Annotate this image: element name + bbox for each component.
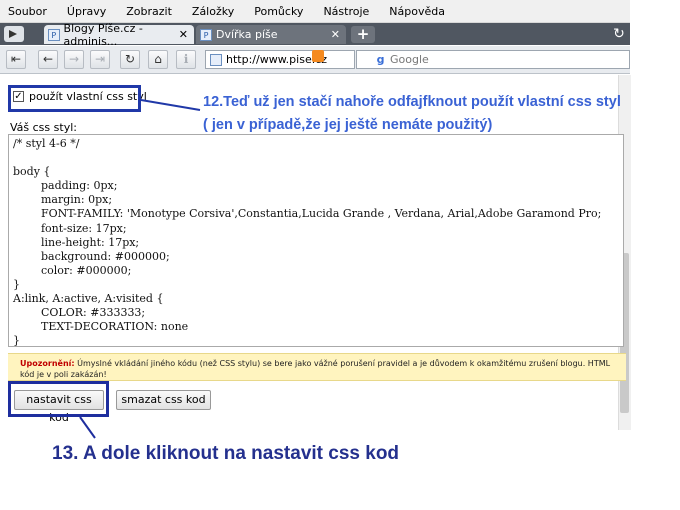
reload-button[interactable]: ↻ — [120, 50, 140, 69]
annotation-step12: 12.Teď už jen stačí nahoře odfajfknout p… — [203, 94, 621, 133]
tab-close-icon[interactable]: ✕ — [179, 28, 188, 41]
tab-title: Dvířka píše — [216, 28, 278, 41]
menu-tools-helpers[interactable]: Pomůcky — [244, 5, 313, 18]
menu-file[interactable]: Soubor — [0, 5, 57, 18]
menu-edit[interactable]: Úpravy — [57, 5, 116, 18]
delete-css-button[interactable]: smazat css kod — [116, 390, 211, 410]
site-info-button[interactable]: ℹ — [176, 50, 196, 69]
last-page-button[interactable]: ⇥ — [90, 50, 110, 69]
rss-feed-icon[interactable] — [312, 50, 324, 62]
new-tab-button[interactable]: + — [351, 26, 375, 43]
highlight-box-checkbox — [8, 85, 141, 112]
menu-tools[interactable]: Nástroje — [313, 5, 379, 18]
search-placeholder: Google — [390, 53, 429, 66]
search-bar[interactable]: g Google — [356, 50, 630, 69]
home-button[interactable]: ⌂ — [148, 50, 168, 69]
warning-title: Upozornění: — [20, 359, 75, 368]
css-style-label: Váš css styl: — [10, 121, 77, 134]
site-favicon-icon: P — [200, 28, 212, 41]
tab-title: Blogy Píše.cz - adminis... — [63, 21, 143, 48]
menu-bookmarks[interactable]: Záložky — [182, 5, 244, 18]
tab-bar: P Blogy Píše.cz - adminis... ✕ P Dvířka … — [0, 22, 630, 48]
menu-view[interactable]: Zobrazit — [116, 5, 182, 18]
highlight-box-set-button — [8, 381, 109, 417]
tab-close-icon[interactable]: ✕ — [331, 28, 340, 41]
tab-blogy-admin[interactable]: P Blogy Píše.cz - adminis... ✕ — [44, 22, 194, 48]
menu-bar: Soubor Úpravy Zobrazit Záložky Pomůcky N… — [0, 0, 630, 23]
tab-list-button[interactable] — [4, 26, 24, 42]
forward-button[interactable]: → — [64, 50, 84, 69]
first-page-button[interactable]: ⇤ — [6, 50, 26, 69]
restore-icon[interactable]: ↻ — [608, 23, 630, 45]
warning-notice: Upozornění: Úmyslné vkládání jiného kódu… — [8, 353, 626, 381]
warning-text: Úmyslné vkládání jiného kódu (než CSS st… — [20, 359, 611, 379]
menu-help[interactable]: Nápověda — [379, 5, 455, 18]
site-favicon-icon: P — [48, 28, 60, 41]
back-button[interactable]: ← — [38, 50, 58, 69]
tab-dvirka-pise[interactable]: P Dvířka píše ✕ — [196, 25, 346, 44]
css-code: /* styl 4-6 */ body { padding: 0px; marg… — [13, 137, 602, 347]
css-code-textarea[interactable]: /* styl 4-6 */ body { padding: 0px; marg… — [8, 134, 624, 347]
annotation-step13: 13. A dole kliknout na nastavit css kod — [52, 443, 400, 464]
google-icon[interactable]: g — [374, 53, 387, 66]
site-favicon-icon — [210, 53, 222, 66]
address-bar[interactable]: http://www.pise.cz — [205, 50, 355, 69]
